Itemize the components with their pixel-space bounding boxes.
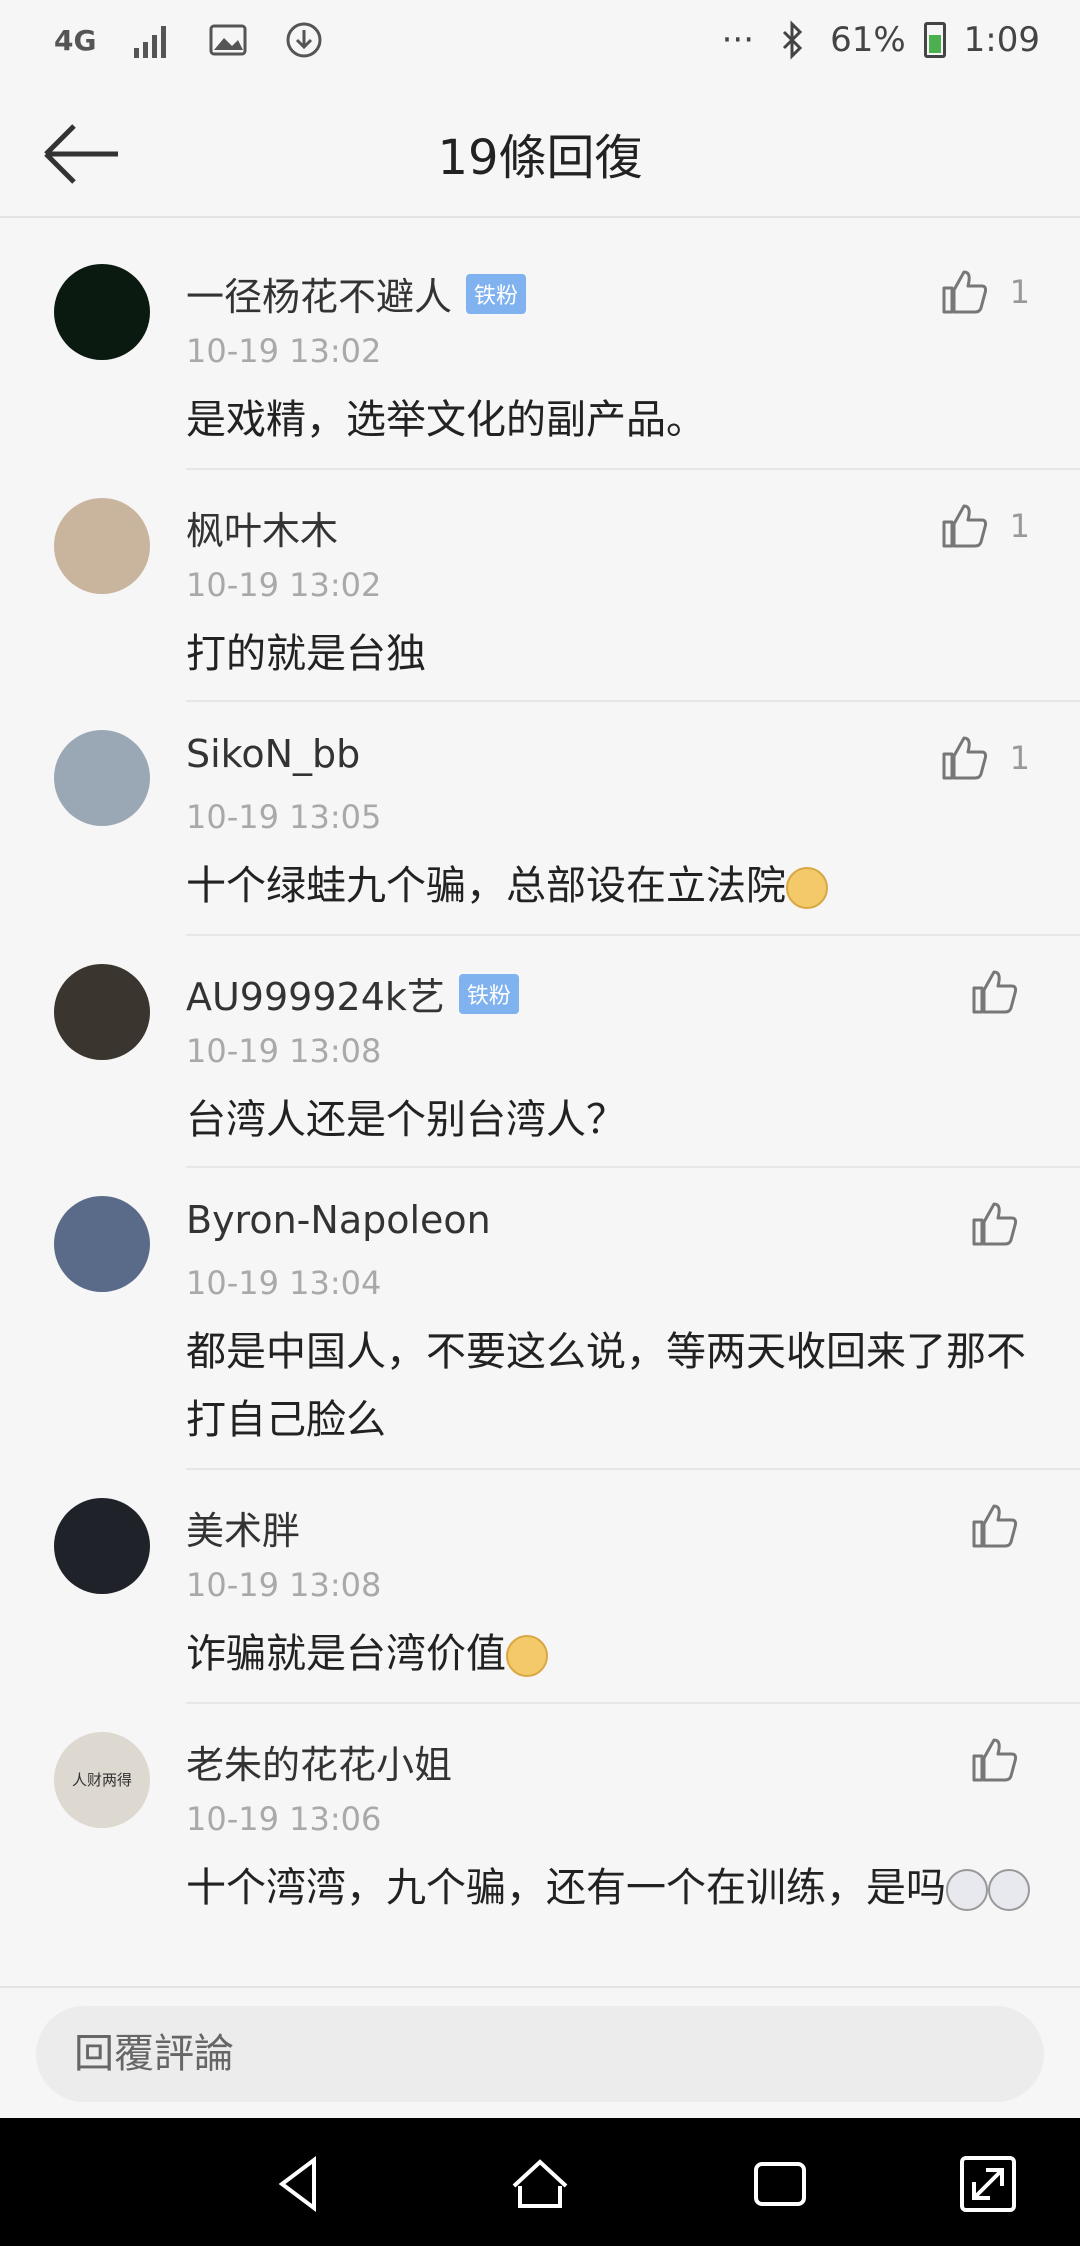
comment-item[interactable]: 美术胖 10-19 13:08 诈骗就是台湾价值 [0, 1470, 1080, 1704]
comment-item[interactable]: SikoN_bb 10-19 13:05 十个绿蛙九个骗，总部设在立法院 1 [0, 702, 1080, 936]
comment-time: 10-19 13:02 [186, 332, 382, 370]
comment-text-body: 台湾人还是个别台湾人？ [186, 1097, 626, 1143]
doge-emoji-icon [506, 1635, 548, 1677]
network-label: 4G [54, 23, 97, 57]
comment-text: 诈骗就是台湾价值 [186, 1620, 1046, 1688]
fan-badge: 铁粉 [458, 973, 519, 1014]
nav-back-icon[interactable] [268, 2152, 332, 2216]
comment-text: 十个绿蛙九个骗，总部设在立法院 [186, 852, 1046, 920]
comment-item[interactable]: Byron-Napoleon 10-19 13:04 都是中国人，不要这么说，等两天… [0, 1168, 1080, 1470]
navigation-bar [0, 2118, 1080, 2246]
username-text: 枫叶木木 [186, 509, 339, 553]
page-title: 19條回復 [437, 130, 643, 186]
comment-item[interactable]: 人财两得 老朱的花花小姐 10-19 13:06 十个湾湾，九个骗，还有一个在训练，是… [0, 1704, 1080, 1980]
comment-text: 台湾人还是个别台湾人？ [186, 1086, 1046, 1154]
comment-text-body: 诈骗就是台湾价值 [186, 1631, 506, 1677]
more-dots: ··· [721, 20, 755, 60]
avatar[interactable] [54, 964, 150, 1060]
download-icon [286, 22, 322, 58]
thumbs-up-icon [972, 970, 1018, 1014]
username[interactable]: Byron-Napoleon [186, 1198, 491, 1242]
like-count: 1 [1009, 273, 1030, 311]
avatar[interactable] [54, 1498, 150, 1594]
thumbs-up-icon [972, 1738, 1018, 1782]
username-text: SikoN_bb [186, 732, 361, 776]
bluetooth-icon [783, 20, 803, 60]
husky-emoji-icon [988, 1869, 1030, 1911]
comment-time: 10-19 13:08 [186, 1032, 382, 1070]
thumbs-up-icon [942, 504, 987, 548]
username-text: 一径杨花不避人 [186, 275, 453, 319]
username-text: 老朱的花花小姐 [186, 1743, 453, 1787]
image-icon [209, 24, 247, 56]
comment-text-body: 十个湾湾，九个骗，还有一个在训练，是吗 [186, 1865, 946, 1911]
comment-time: 10-19 13:02 [186, 566, 382, 604]
avatar[interactable] [54, 264, 150, 360]
nav-home-icon[interactable] [508, 2152, 572, 2216]
like-button[interactable]: 1 [940, 502, 1030, 550]
like-button[interactable]: 1 [940, 268, 1030, 316]
like-button[interactable] [970, 968, 1018, 1016]
comment-time: 10-19 13:05 [186, 798, 382, 836]
comment-text-body: 都是中国人，不要这么说，等两天收回来了那不打自己脸么 [186, 1329, 1026, 1443]
signal-icon [134, 26, 167, 58]
comment-time: 10-19 13:04 [186, 1264, 382, 1302]
thumbs-up-icon [942, 270, 987, 314]
avatar-text: 人财两得 [71, 1771, 132, 1789]
battery-icon [923, 22, 946, 58]
like-count: 1 [1009, 507, 1030, 545]
username-text: Byron-Napoleon [186, 1198, 491, 1242]
comment-text: 打的就是台独 [186, 620, 1046, 688]
comment-item[interactable]: 一径杨花不避人 铁粉 10-19 13:02 是戏精，选举文化的副产品。 1 [0, 236, 1080, 470]
clock: 1:09 [963, 20, 1040, 60]
thumbs-up-icon [942, 736, 987, 780]
nav-recents-icon[interactable] [748, 2152, 812, 2216]
like-button[interactable] [970, 1736, 1018, 1784]
comment-item[interactable]: 枫叶木木 10-19 13:02 打的就是台独 1 [0, 470, 1080, 702]
like-button[interactable] [970, 1502, 1018, 1550]
comment-time: 10-19 13:08 [186, 1566, 382, 1604]
avatar[interactable] [54, 498, 150, 594]
comment-text-body: 是戏精，选举文化的副产品。 [186, 397, 706, 443]
nav-expand-icon[interactable] [956, 2152, 1020, 2216]
like-button[interactable] [970, 1200, 1018, 1248]
username[interactable]: 老朱的花花小姐 [186, 1734, 452, 1789]
comment-text-body: 打的就是台独 [186, 631, 426, 677]
thumbs-up-icon [972, 1504, 1018, 1548]
avatar[interactable] [54, 1196, 150, 1292]
avatar[interactable] [54, 730, 150, 826]
comment-time: 10-19 13:06 [186, 1800, 382, 1838]
username-text: AU999924k艺 [186, 975, 445, 1019]
reply-input[interactable]: 回覆評論 [36, 2006, 1044, 2102]
title-bar: 19條回復 [0, 90, 1080, 218]
username[interactable]: 美术胖 [186, 1500, 300, 1555]
battery-percent: 61% [830, 20, 906, 60]
thumbs-up-icon [972, 1202, 1018, 1246]
like-count: 1 [1009, 739, 1030, 777]
username[interactable]: AU999924k艺 铁粉 [186, 966, 519, 1021]
doge-emoji-icon [786, 867, 828, 909]
username[interactable]: 枫叶木木 [186, 500, 338, 555]
comment-text: 十个湾湾，九个骗，还有一个在训练，是吗 [186, 1854, 1046, 1922]
comment-text: 是戏精，选举文化的副产品。 [186, 386, 1046, 454]
status-bar: 4G ··· 61% 1:09 [0, 0, 1080, 90]
reply-bar: 回覆評論 [0, 1986, 1080, 2118]
comment-text-body: 十个绿蛙九个骗，总部设在立法院 [186, 863, 786, 909]
username-text: 美术胖 [186, 1509, 301, 1553]
username[interactable]: SikoN_bb [186, 732, 360, 776]
avatar[interactable]: 人财两得 [54, 1732, 150, 1828]
husky-emoji-icon [946, 1869, 988, 1911]
comment-list: 一径杨花不避人 铁粉 10-19 13:02 是戏精，选举文化的副产品。 1 枫叶木木 10… [0, 236, 1080, 1980]
comment-item[interactable]: AU999924k艺 铁粉 10-19 13:08 台湾人还是个别台湾人？ [0, 936, 1080, 1168]
comment-text: 都是中国人，不要这么说，等两天收回来了那不打自己脸么 [186, 1318, 1046, 1454]
username[interactable]: 一径杨花不避人 铁粉 [186, 266, 527, 321]
like-button[interactable]: 1 [940, 734, 1030, 782]
fan-badge: 铁粉 [466, 273, 527, 314]
